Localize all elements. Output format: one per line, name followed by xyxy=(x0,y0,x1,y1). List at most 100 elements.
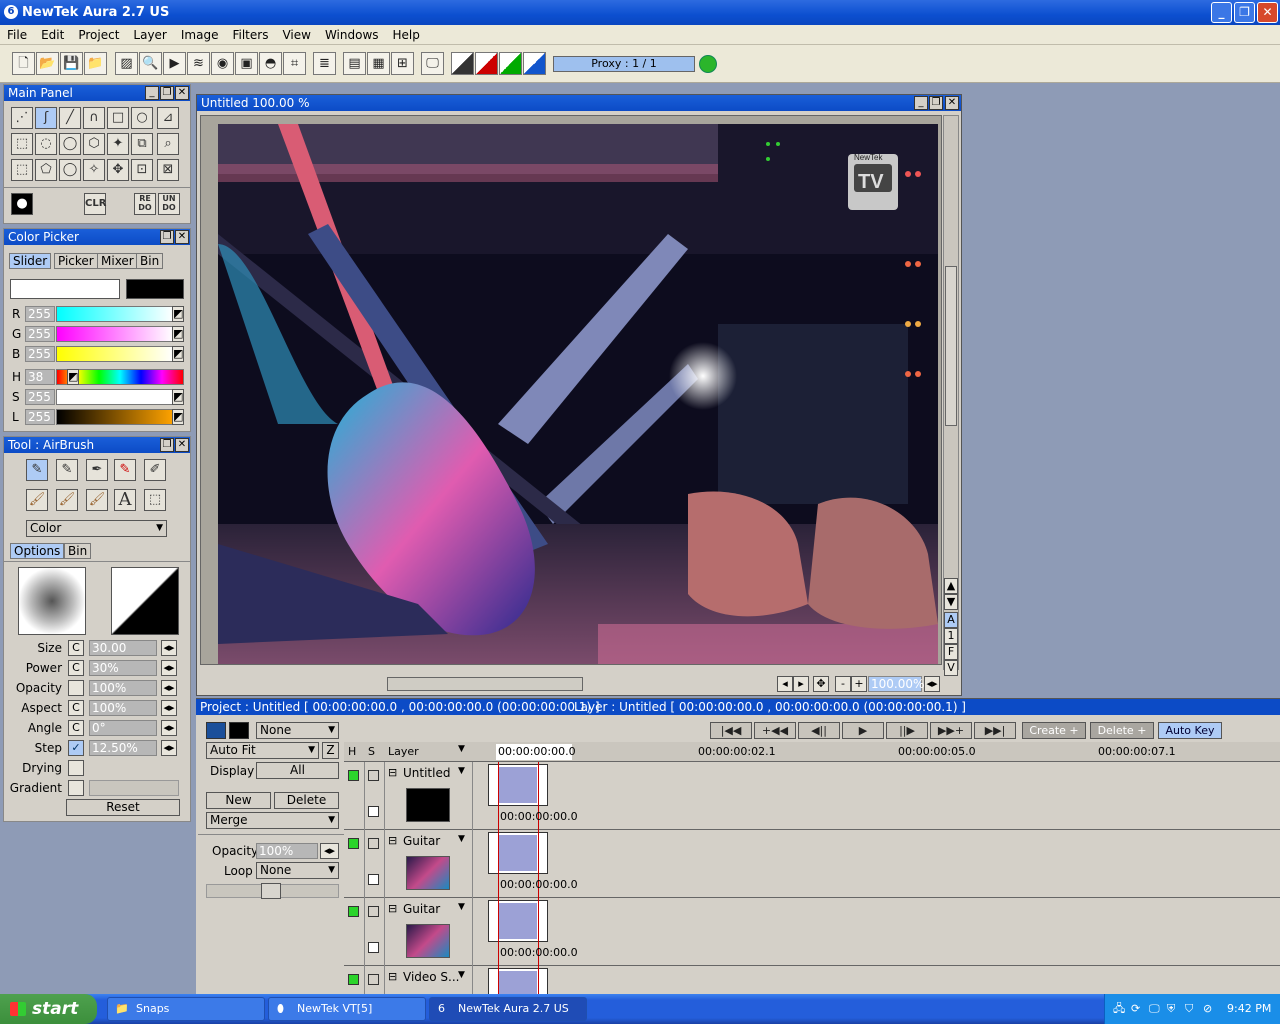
menu-image[interactable]: Image xyxy=(174,25,226,42)
blur-tool-icon[interactable]: 🖌 xyxy=(86,489,108,511)
play-button[interactable]: ▶ xyxy=(842,722,884,739)
angle-curve-button[interactable]: C xyxy=(68,720,84,736)
magic-wand-icon[interactable]: ✦ xyxy=(107,133,129,155)
zoom-out-icon[interactable]: - xyxy=(835,676,851,692)
step-spinner-icon[interactable]: ◂▸ xyxy=(161,740,177,756)
monitor-icon[interactable]: 🖵 xyxy=(421,52,444,75)
solo-toggle[interactable] xyxy=(368,838,379,849)
alpha-channel-icon[interactable] xyxy=(451,52,474,75)
warp-icon[interactable]: ⊠ xyxy=(157,159,179,181)
next-key-button[interactable]: ▶▶+ xyxy=(930,722,972,739)
save-icon[interactable]: 💾 xyxy=(60,52,83,75)
step-forward-button[interactable]: ||▶ xyxy=(886,722,928,739)
opacity-value[interactable]: 100% xyxy=(89,680,157,696)
close-icon[interactable]: ✕ xyxy=(175,438,189,452)
solo-toggle[interactable] xyxy=(368,974,379,985)
channel-g-slider[interactable] xyxy=(56,326,174,342)
menu-view[interactable]: View xyxy=(275,25,317,42)
zoom-spinner-icon[interactable]: ◂▸ xyxy=(924,676,940,692)
blue-channel-icon[interactable] xyxy=(523,52,546,75)
collapse-icon[interactable]: ⊟ xyxy=(388,902,397,915)
float-icon[interactable]: ❐ xyxy=(929,96,943,110)
lasso-icon[interactable]: ◯ xyxy=(59,133,81,155)
track-menu-icon[interactable]: ▼ xyxy=(458,970,465,980)
reset-button[interactable]: Reset xyxy=(66,799,180,816)
float-icon[interactable]: ❐ xyxy=(160,438,174,452)
stack-icon[interactable]: ≣ xyxy=(313,52,336,75)
layer-sort-icon[interactable]: ▼ xyxy=(458,744,465,754)
rectangle-icon[interactable]: □ xyxy=(107,107,129,129)
minimize-button[interactable]: _ xyxy=(1211,2,1232,23)
restore-button[interactable]: ❐ xyxy=(1234,2,1255,23)
view-1-button[interactable]: 1 xyxy=(944,628,958,644)
brush-mode-select[interactable]: Color xyxy=(26,520,167,537)
layer-slider-thumb[interactable] xyxy=(261,883,281,899)
sync-icon[interactable]: ⟳ xyxy=(1131,994,1140,1024)
angle-value[interactable]: 0° xyxy=(89,720,157,736)
go-start-button[interactable]: |◀◀ xyxy=(710,722,752,739)
paintbrush-tool-icon[interactable]: 🖌 xyxy=(26,489,48,511)
monitor-tray-icon[interactable]: 🖵 xyxy=(1149,994,1160,1024)
nav-left-icon[interactable]: ◂ xyxy=(777,676,793,692)
mask-wand-icon[interactable]: ✧ xyxy=(83,159,105,181)
channel-g-picker-icon[interactable]: ◩ xyxy=(172,326,184,342)
menu-windows[interactable]: Windows xyxy=(318,25,386,42)
channel-h-value[interactable]: 38 xyxy=(25,369,55,385)
chalk-tool-icon[interactable]: ✐ xyxy=(144,459,166,481)
task-snaps[interactable]: 📁 Snaps xyxy=(107,997,265,1021)
track-menu-icon[interactable]: ▼ xyxy=(458,834,465,844)
rect-select-icon[interactable]: ⬚ xyxy=(11,133,33,155)
airbrush-tool-icon[interactable]: ✎ xyxy=(26,459,48,481)
hatch-icon[interactable]: ▨ xyxy=(115,52,138,75)
crop-icon[interactable]: ⌗ xyxy=(283,52,306,75)
mask-lasso-icon[interactable]: ◯ xyxy=(59,159,81,181)
text-tool-icon[interactable]: A xyxy=(114,489,136,511)
pen-tool-icon[interactable]: ✒ xyxy=(86,459,108,481)
swatch-icon[interactable]: ▣ xyxy=(235,52,258,75)
vertical-scrollbar[interactable]: ▲ ▼ A 1 F V xyxy=(943,115,959,676)
antivirus-icon[interactable]: ⊘ xyxy=(1203,994,1212,1024)
transform-icon[interactable]: ⧉ xyxy=(131,133,153,155)
ellipse-icon[interactable]: ○ xyxy=(131,107,153,129)
menu-filters[interactable]: Filters xyxy=(225,25,275,42)
channel-g-value[interactable]: 255 xyxy=(25,326,55,342)
background-swatch[interactable] xyxy=(126,279,184,299)
secondary-color-swatch[interactable] xyxy=(229,722,249,739)
new-layer-button[interactable]: New xyxy=(206,792,271,809)
pencil-tool-icon[interactable]: ✎ xyxy=(56,459,78,481)
grid-icon[interactable]: ▦ xyxy=(367,52,390,75)
menu-layer[interactable]: Layer xyxy=(126,25,173,42)
float-icon[interactable]: ❐ xyxy=(160,86,174,100)
solo-toggle[interactable] xyxy=(368,906,379,917)
zoom-icon[interactable]: 🔍 xyxy=(139,52,162,75)
aspect-curve-button[interactable]: C xyxy=(68,700,84,716)
network-icon[interactable]: 🖧 xyxy=(1113,994,1125,1024)
task-newtek-aura[interactable]: 6 NewTek Aura 2.7 US xyxy=(429,997,587,1021)
tab-bin[interactable]: Bin xyxy=(136,253,164,269)
view-f-button[interactable]: F xyxy=(944,644,958,660)
collapse-icon[interactable]: ⊟ xyxy=(388,834,397,847)
prev-key-button[interactable]: +◀◀ xyxy=(754,722,796,739)
close-icon[interactable]: ✕ xyxy=(175,86,189,100)
visibility-toggle[interactable] xyxy=(348,974,359,985)
create-key-button[interactable]: Create + xyxy=(1022,722,1086,739)
gradient-checkbox[interactable] xyxy=(68,780,84,796)
opacity-spinner-icon[interactable]: ◂▸ xyxy=(161,680,177,696)
visibility-toggle[interactable] xyxy=(348,838,359,849)
channel-b-slider[interactable] xyxy=(56,346,174,362)
merge-select[interactable]: Merge xyxy=(206,812,339,829)
size-value[interactable]: 30.00 xyxy=(89,640,157,656)
track-row[interactable]: ⊟ Guitar ▼ 00:00:00:00.0 xyxy=(344,830,1280,898)
layer-slider[interactable] xyxy=(206,883,339,899)
poly-lasso-icon[interactable]: ⬡ xyxy=(83,133,105,155)
lock-toggle[interactable] xyxy=(368,806,379,817)
green-channel-icon[interactable] xyxy=(499,52,522,75)
menu-edit[interactable]: Edit xyxy=(34,25,71,42)
z-button[interactable]: Z xyxy=(322,742,339,759)
scroll-up-icon[interactable]: ▲ xyxy=(944,578,958,594)
collapse-icon[interactable]: ⊟ xyxy=(388,766,397,779)
close-button[interactable]: ✕ xyxy=(1257,2,1278,23)
curve-draw-icon[interactable]: ʃ xyxy=(35,107,57,129)
foreground-swatch[interactable] xyxy=(10,279,120,299)
clone-tool-icon[interactable]: ⬚ xyxy=(144,489,166,511)
